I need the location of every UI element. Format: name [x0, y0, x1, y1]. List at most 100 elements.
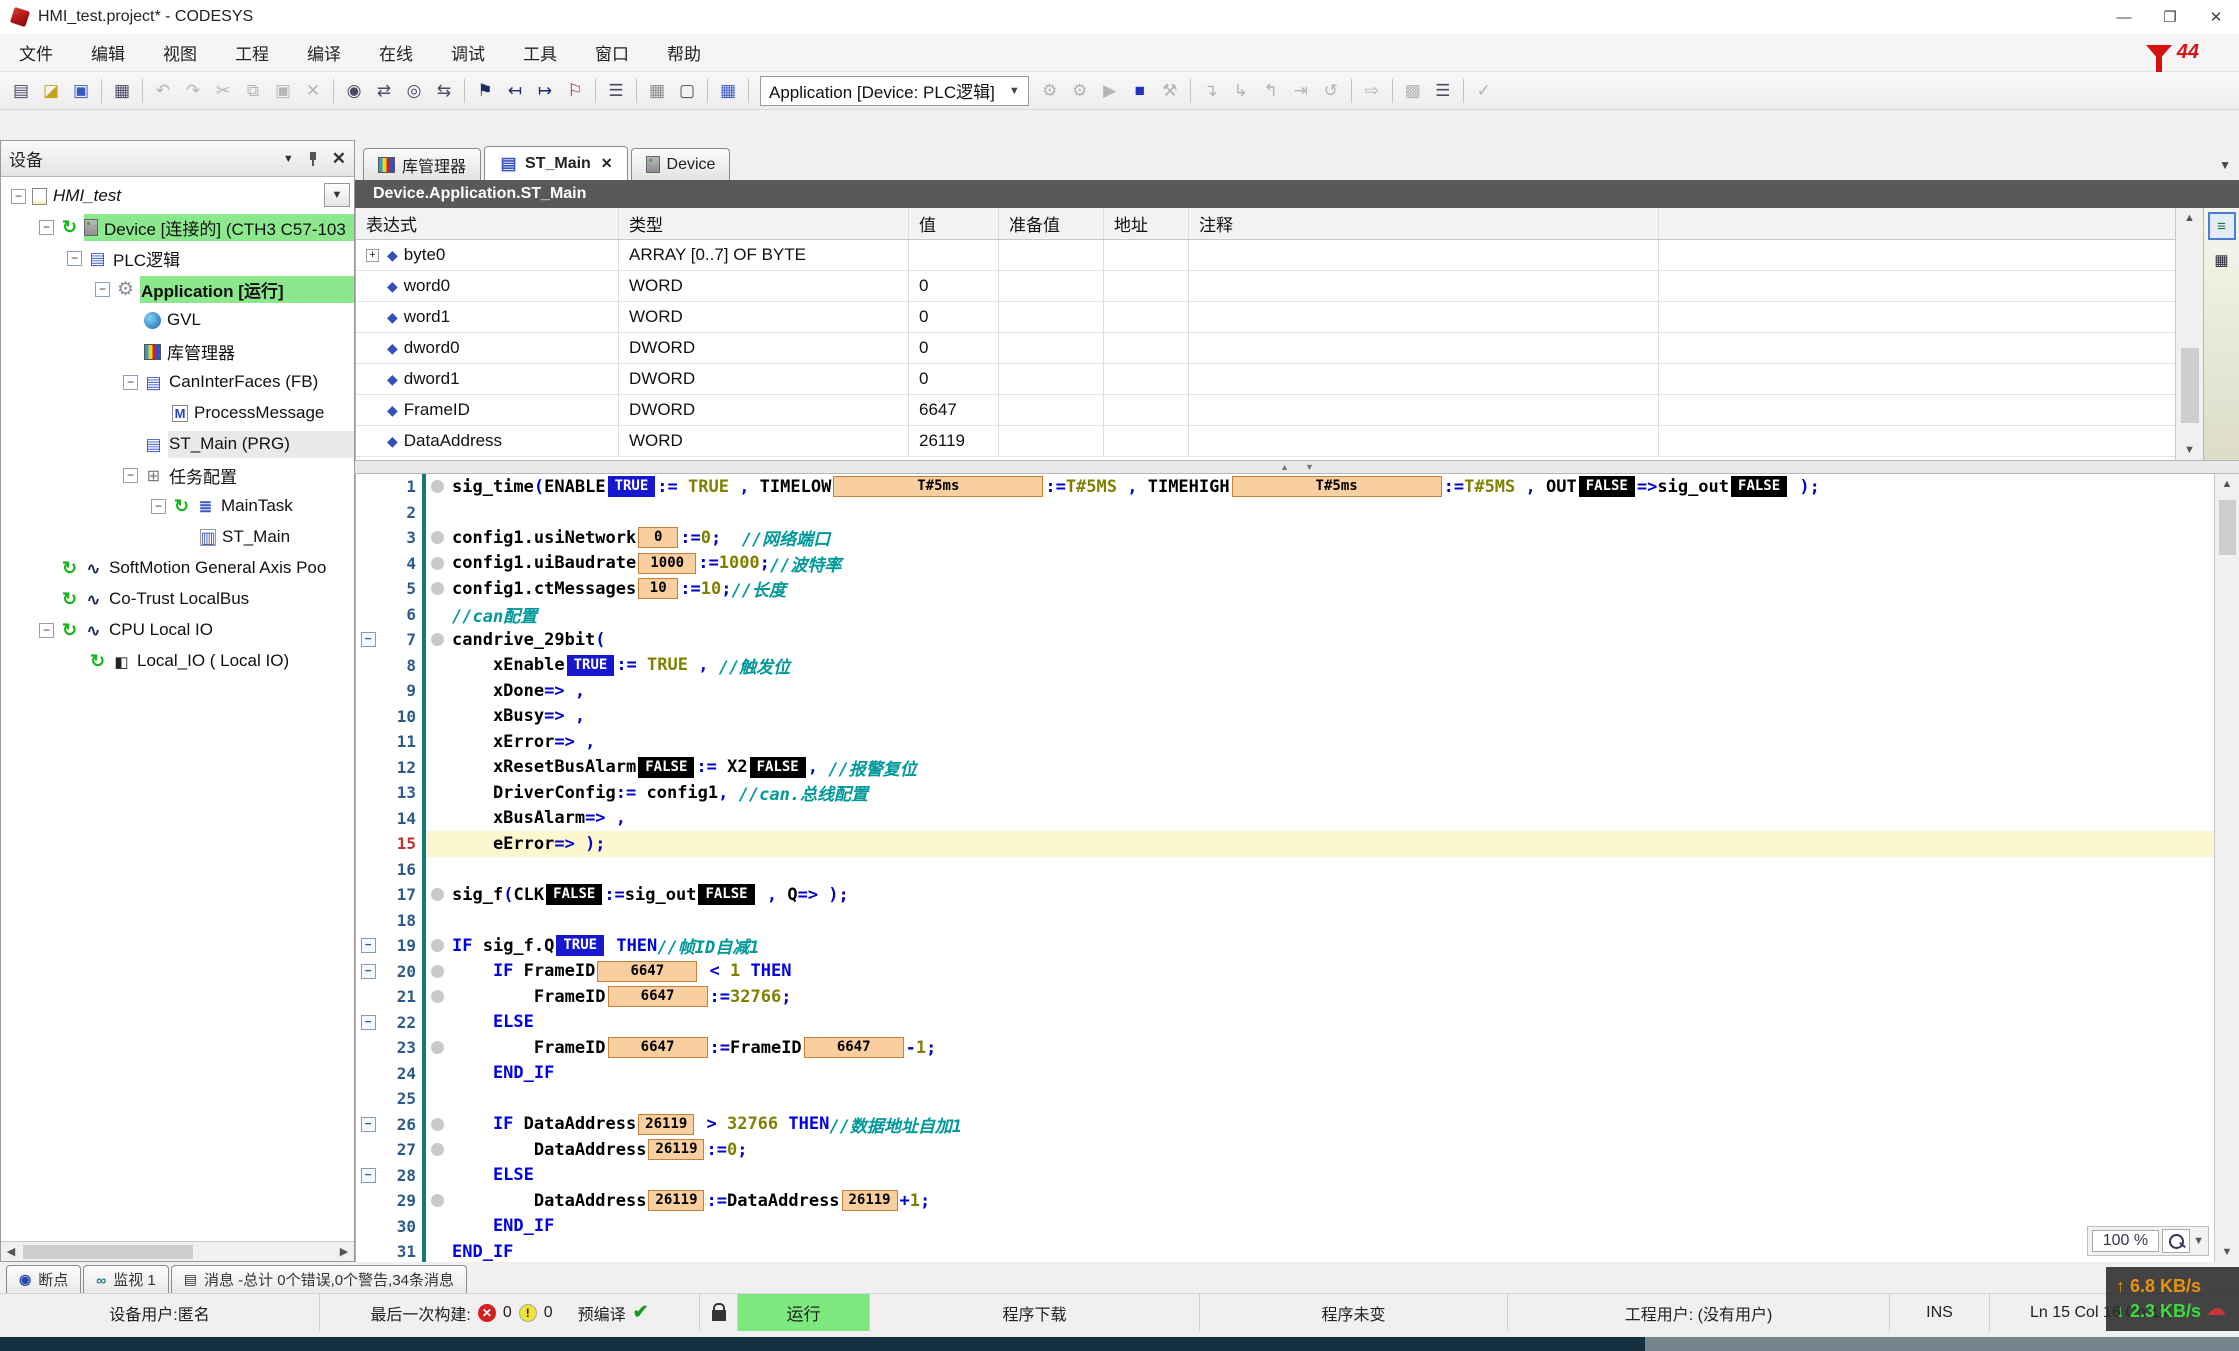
- monitor-value-box[interactable]: 6647: [608, 1037, 708, 1058]
- code-line-21[interactable]: 21 FrameID6647:=32766;: [356, 984, 2214, 1010]
- code-line-14[interactable]: 14 xBusAlarm=> ,: [356, 806, 2214, 832]
- breakpoint-column[interactable]: [422, 729, 448, 755]
- monitor-value-box[interactable]: 0: [638, 527, 678, 548]
- declaration-textview-button[interactable]: ≡: [2208, 212, 2236, 240]
- tree-item-hmi_test[interactable]: −HMI_test▼: [1, 181, 354, 212]
- column-header-3[interactable]: 准备值: [999, 208, 1104, 239]
- tree-item--[interactable]: −任务配置: [1, 460, 354, 491]
- monitor-bool-box[interactable]: FALSE: [546, 884, 602, 905]
- monitor-value-box[interactable]: 6647: [608, 986, 708, 1007]
- comment-cell[interactable]: [1189, 395, 1659, 425]
- tree-item-st_main-prg-[interactable]: ST_Main (PRG): [1, 429, 354, 460]
- code-text[interactable]: FrameID6647:=FrameID6647-1;: [448, 1035, 2214, 1061]
- close-button[interactable]: ✕: [2193, 0, 2239, 34]
- address-cell[interactable]: [1104, 271, 1189, 301]
- monitor-bool-box[interactable]: FALSE: [638, 757, 694, 778]
- address-cell[interactable]: [1104, 240, 1189, 270]
- edit-object-button[interactable]: ▢: [673, 77, 701, 105]
- properties-button[interactable]: ☰: [602, 77, 630, 105]
- code-line-9[interactable]: 9 xDone=> ,: [356, 678, 2214, 704]
- code-text[interactable]: [448, 1086, 2214, 1112]
- new-file-button[interactable]: ▤: [7, 77, 35, 105]
- monitor-value-box[interactable]: 6647: [597, 961, 697, 982]
- value-cell[interactable]: 0: [909, 364, 999, 394]
- code-line-18[interactable]: 18: [356, 908, 2214, 934]
- prepared-value-cell[interactable]: [999, 240, 1104, 270]
- comment-cell[interactable]: [1189, 302, 1659, 332]
- address-cell[interactable]: [1104, 333, 1189, 363]
- code-line-5[interactable]: 5config1.ctMessages10:=10;//长度: [356, 576, 2214, 602]
- table-row[interactable]: dword1DWORD0: [356, 364, 2175, 395]
- scroll-up-icon[interactable]: ▲: [2180, 208, 2200, 228]
- breakpoint-column[interactable]: [422, 525, 448, 551]
- breakpoint-column[interactable]: [422, 678, 448, 704]
- expression-cell[interactable]: DataAddress: [356, 426, 619, 456]
- prepared-value-cell[interactable]: [999, 426, 1104, 456]
- column-header-4[interactable]: 地址: [1104, 208, 1189, 239]
- comment-cell[interactable]: [1189, 333, 1659, 363]
- cut-button[interactable]: ✂: [209, 77, 237, 105]
- next-statement-button[interactable]: ⇨: [1358, 77, 1386, 105]
- code-line-11[interactable]: 11 xError=> ,: [356, 729, 2214, 755]
- login-button[interactable]: ⚙: [1036, 77, 1064, 105]
- monitor-value-box[interactable]: T#5ms: [1232, 476, 1442, 497]
- code-line-1[interactable]: 1sig_time(ENABLETRUE:= TRUE , TIMELOWT#5…: [356, 474, 2214, 500]
- scroll-right-icon[interactable]: ▶: [334, 1242, 354, 1262]
- breakpoint-column[interactable]: [422, 857, 448, 883]
- monitor-bool-box[interactable]: FALSE: [750, 757, 806, 778]
- expression-cell[interactable]: word0: [356, 271, 619, 301]
- type-cell[interactable]: DWORD: [619, 333, 909, 363]
- expression-cell[interactable]: dword0: [356, 333, 619, 363]
- code-line-3[interactable]: 3config1.usiNetwork0:=0; //网络端口: [356, 525, 2214, 551]
- breakpoint-column[interactable]: [422, 551, 448, 577]
- tree-view-combo-icon[interactable]: ▼: [324, 183, 350, 207]
- code-line-6[interactable]: 6//can配置: [356, 602, 2214, 628]
- code-text[interactable]: config1.usiNetwork0:=0; //网络端口: [448, 525, 2214, 551]
- open-project-button[interactable]: ◪: [37, 77, 65, 105]
- scroll-down-icon[interactable]: ▼: [2180, 440, 2200, 460]
- tree-expander-icon[interactable]: −: [39, 220, 54, 235]
- prepared-value-cell[interactable]: [999, 364, 1104, 394]
- restore-button[interactable]: ❐: [2147, 0, 2193, 34]
- value-cell[interactable]: [909, 240, 999, 270]
- zoom-level[interactable]: 100 %: [2092, 1230, 2159, 1252]
- code-text[interactable]: xDone=> ,: [448, 678, 2214, 704]
- table-row[interactable]: DataAddressWORD26119: [356, 426, 2175, 457]
- tree-expander-icon[interactable]: −: [67, 251, 82, 266]
- comment-cell[interactable]: [1189, 240, 1659, 270]
- menu-item-6[interactable]: 调试: [432, 34, 504, 72]
- code-line-29[interactable]: 29 DataAddress26119:=DataAddress26119+1;: [356, 1188, 2214, 1214]
- breakpoint-column[interactable]: [422, 908, 448, 934]
- code-text[interactable]: DriverConfig:= config1, //can.总线配置: [448, 780, 2214, 806]
- tree-item--[interactable]: 库管理器: [1, 336, 354, 367]
- code-text[interactable]: eError=> );: [448, 831, 2214, 857]
- code-text[interactable]: xError=> ,: [448, 729, 2214, 755]
- run-to-cursor-button[interactable]: ⇥: [1287, 77, 1315, 105]
- column-header-1[interactable]: 类型: [619, 208, 909, 239]
- tree-item-cpu-local-io[interactable]: −CPU Local IO: [1, 615, 354, 646]
- monitor-value-box[interactable]: 6647: [804, 1037, 904, 1058]
- type-cell[interactable]: WORD: [619, 426, 909, 456]
- code-text[interactable]: xEnableTRUE:= TRUE , //触发位: [448, 653, 2214, 679]
- fold-collapse-icon[interactable]: −: [361, 632, 376, 647]
- step-out-button[interactable]: ↰: [1257, 77, 1285, 105]
- code-text[interactable]: config1.ctMessages10:=10;//长度: [448, 576, 2214, 602]
- code-line-25[interactable]: 25: [356, 1086, 2214, 1112]
- row-expander-icon[interactable]: +: [366, 249, 379, 262]
- code-text[interactable]: ELSE: [448, 1010, 2214, 1036]
- breakpoint-column[interactable]: [422, 984, 448, 1010]
- menu-item-0[interactable]: 文件: [0, 34, 72, 72]
- monitor-value-box[interactable]: 26119: [648, 1190, 704, 1211]
- breakpoint-column[interactable]: [422, 1035, 448, 1061]
- menu-item-1[interactable]: 编辑: [72, 34, 144, 72]
- code-text[interactable]: DataAddress26119:=DataAddress26119+1;: [448, 1188, 2214, 1214]
- code-text[interactable]: [448, 500, 2214, 526]
- step-over-button[interactable]: ↴: [1197, 77, 1225, 105]
- menu-item-2[interactable]: 视图: [144, 34, 216, 72]
- menu-item-4[interactable]: 编译: [288, 34, 360, 72]
- tree-item-application-[interactable]: −Application [运行]: [1, 274, 354, 305]
- tree-item-caninterfaces-fb-[interactable]: −CanInterFaces (FB): [1, 367, 354, 398]
- scroll-up-icon[interactable]: ▲: [2217, 474, 2237, 494]
- monitor-bool-box[interactable]: TRUE: [556, 935, 604, 956]
- breakpoint-column[interactable]: [422, 1137, 448, 1163]
